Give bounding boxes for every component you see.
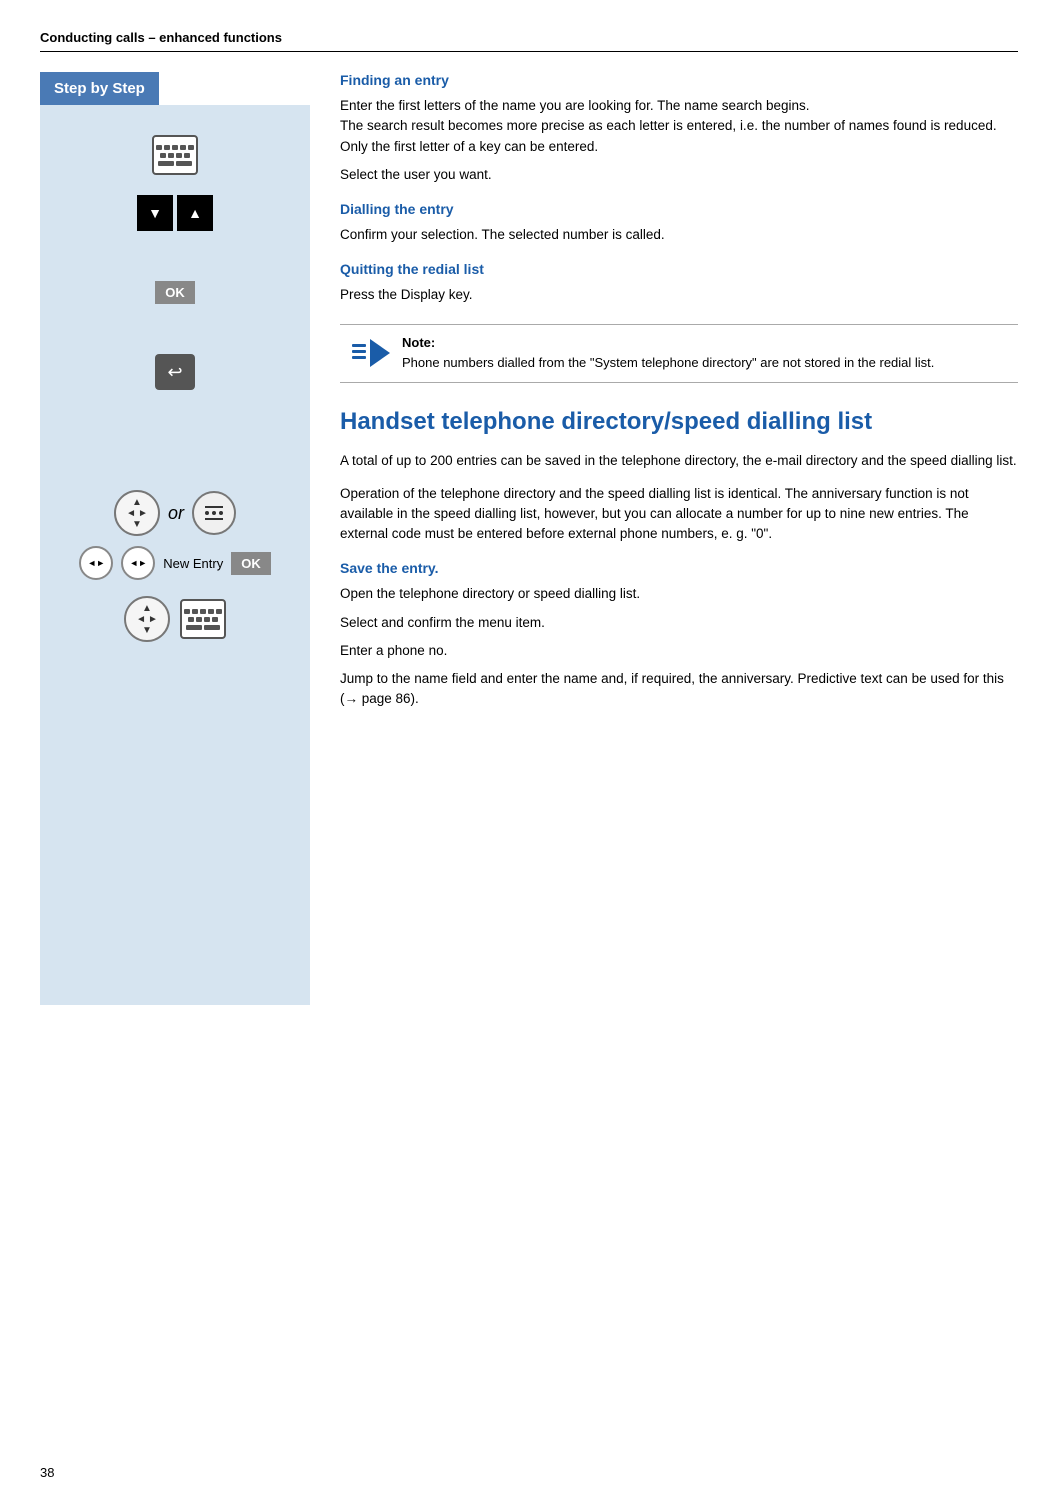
or-label: or	[168, 503, 184, 524]
ok-button-dialling[interactable]: OK	[155, 281, 195, 304]
new-entry-row: ◄► ◄► New Entry OK	[50, 546, 300, 580]
save-step-2: Select and confirm the menu item.	[340, 613, 1018, 633]
new-entry-label: New Entry	[163, 556, 223, 571]
save-step-3: Enter a phone no.	[340, 641, 1018, 661]
small-nav-circle-2[interactable]: ◄►	[121, 546, 155, 580]
down-arrow-button[interactable]	[137, 195, 173, 231]
page-number: 38	[40, 1465, 54, 1480]
note-lines-icon	[352, 344, 366, 359]
dialling-title: Dialling the entry	[340, 201, 1018, 217]
small-nav-circle-1[interactable]: ◄►	[79, 546, 113, 580]
save-title: Save the entry.	[340, 560, 1018, 576]
quitting-title: Quitting the redial list	[340, 261, 1018, 277]
note-content: Note: Phone numbers dialled from the "Sy…	[402, 335, 1006, 373]
note-arrow	[370, 339, 390, 367]
keyboard-icon-2	[180, 599, 226, 639]
arrow-buttons	[137, 195, 213, 231]
save-icons-area: ▲ ◄► ▼ or	[50, 490, 300, 642]
note-arrow-icon	[352, 337, 390, 367]
left-column: Step by Step	[40, 72, 310, 1005]
nav-circle-icon[interactable]: ▲ ◄► ▼	[114, 490, 160, 536]
keyboard-icon	[152, 135, 198, 175]
note-text: Phone numbers dialled from the "System t…	[402, 354, 1006, 373]
note-box: Note: Phone numbers dialled from the "Sy…	[340, 324, 1018, 384]
big-section-title: Handset telephone directory/speed dialli…	[340, 407, 1018, 437]
main-layout: Step by Step	[40, 72, 1018, 1005]
big-section-para-2: Operation of the telephone directory and…	[340, 484, 1018, 545]
up-arrow-button[interactable]	[177, 195, 213, 231]
save-step-4: Jump to the name field and enter the nam…	[340, 669, 1018, 710]
save-step-1: Open the telephone directory or speed di…	[340, 584, 1018, 604]
page-header: Conducting calls – enhanced functions	[40, 30, 1018, 52]
page: Conducting calls – enhanced functions St…	[0, 0, 1058, 1500]
phone-no-icons: ▲ ◄► ▼	[124, 596, 226, 642]
page-ref: (→ page 86)	[340, 691, 415, 706]
menu-lines	[205, 506, 223, 520]
this-label: this	[983, 671, 1004, 686]
header-title: Conducting calls – enhanced functions	[40, 30, 282, 45]
dialling-text: Confirm your selection. The selected num…	[340, 225, 1018, 245]
display-key-slot	[155, 354, 195, 390]
step-by-step-label: Step by Step	[40, 72, 159, 105]
finding-text-1: Enter the first letters of the name you …	[340, 96, 1018, 157]
display-key-icon[interactable]	[155, 354, 195, 390]
nav-circle-2[interactable]: ▲ ◄► ▼	[124, 596, 170, 642]
finding-icons	[152, 135, 198, 175]
quitting-text: Press the Display key.	[340, 285, 1018, 305]
big-section-para-1: A total of up to 200 entries can be save…	[340, 451, 1018, 471]
finding-title: Finding an entry	[340, 72, 1018, 88]
right-column: Finding an entry Enter the first letters…	[310, 72, 1018, 1005]
open-directory-icons: ▲ ◄► ▼ or	[114, 490, 236, 536]
nav-arrows-icons	[137, 195, 213, 231]
menu-circle-icon[interactable]	[192, 491, 236, 535]
finding-text-2: Select the user you want.	[340, 165, 1018, 185]
ok-button-new-entry[interactable]: OK	[231, 552, 271, 575]
ok-dialling-slot: OK	[155, 281, 195, 304]
left-sidebar: OK ▲ ◄► ▼	[40, 105, 310, 1005]
note-title: Note:	[402, 335, 1006, 350]
